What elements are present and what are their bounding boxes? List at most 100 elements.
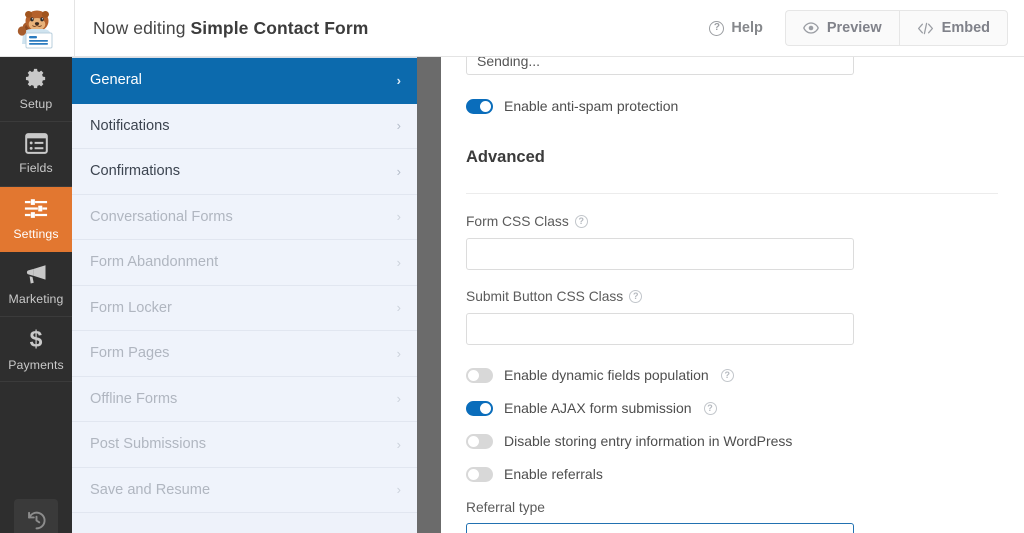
chevron-right-icon: › <box>396 482 401 498</box>
ajax-form-submission-row: Enable AJAX form submission ? <box>466 400 998 416</box>
toggle-label: Enable dynamic fields population <box>504 367 709 383</box>
preview-embed-button-group: Preview Embed <box>784 10 1008 46</box>
revision-history-icon <box>26 510 47 533</box>
enable-anti-spam-protection-toggle[interactable] <box>466 98 493 114</box>
question-circle-icon[interactable]: ? <box>703 401 717 415</box>
nav-item-save-and-resume[interactable]: Save and Resume › <box>72 467 417 513</box>
anti-spam-toggle-row: Enable anti-spam protection <box>466 98 998 114</box>
submit-button-css-class-label: Submit Button CSS Class ? <box>466 289 998 304</box>
nav-item-offline-forms[interactable]: Offline Forms › <box>72 376 417 422</box>
chevron-right-icon: › <box>396 72 401 88</box>
advanced-section-heading: Advanced <box>466 148 545 166</box>
nav-item-label: Offline Forms <box>90 390 178 407</box>
chevron-right-icon: › <box>396 345 401 361</box>
form-css-class-label: Form CSS Class ? <box>466 214 998 229</box>
nav-item-label: General <box>90 72 142 89</box>
field-label-text: Form CSS Class <box>466 214 569 229</box>
enable-ajax-form-submission-toggle[interactable] <box>466 400 493 416</box>
enable-referrals-toggle[interactable] <box>466 466 493 482</box>
chevron-right-icon: › <box>396 300 401 316</box>
chevron-right-icon: › <box>396 118 401 134</box>
sliders-icon <box>24 198 48 223</box>
app-header: Now editing Simple Contact Form ? Help P… <box>0 0 1024 57</box>
eye-icon <box>802 22 819 34</box>
wpforms-mascot-logo-icon <box>14 7 60 49</box>
referral-type-label: Referral type <box>466 500 998 515</box>
sidebar-item-settings[interactable]: Settings <box>0 187 72 252</box>
sidebar-item-fields[interactable]: Fields <box>0 122 72 187</box>
help-button-label: Help <box>731 20 763 36</box>
chevron-right-icon: › <box>396 254 401 270</box>
code-brackets-icon <box>917 22 934 35</box>
dollar-sign-icon: $ <box>27 326 45 354</box>
chevron-right-icon: › <box>396 391 401 407</box>
nav-item-general[interactable]: General › <box>72 58 417 104</box>
settings-nav-scrollbar[interactable] <box>417 57 441 533</box>
chevron-right-icon: › <box>396 436 401 452</box>
wpforms-form-builder: Now editing Simple Contact Form ? Help P… <box>0 0 1024 533</box>
svg-text:$: $ <box>30 327 43 351</box>
question-circle-icon: ? <box>709 20 725 36</box>
embed-button-label: Embed <box>941 20 990 36</box>
disable-storing-entry-information-toggle[interactable] <box>466 433 493 449</box>
nav-item-notifications[interactable]: Notifications › <box>72 103 417 149</box>
toggle-label: Enable AJAX form submission <box>504 400 692 416</box>
gear-icon <box>25 67 48 93</box>
chevron-right-icon: › <box>396 209 401 225</box>
nav-item-label: Conversational Forms <box>90 208 233 225</box>
page-title: Now editing Simple Contact Form <box>93 18 368 39</box>
dynamic-fields-population-row: Enable dynamic fields population ? <box>466 367 998 383</box>
sidebar-item-label: Fields <box>19 161 53 176</box>
nav-item-confirmations[interactable]: Confirmations › <box>72 149 417 195</box>
question-circle-icon[interactable]: ? <box>574 215 588 228</box>
disable-storing-entry-information-row: Disable storing entry information in Wor… <box>466 433 998 449</box>
settings-nav-panel: General › Notifications › Confirmations … <box>72 57 417 533</box>
form-css-class-input[interactable] <box>466 238 854 270</box>
nav-item-label: Form Abandonment <box>90 254 219 271</box>
scrollbar-thumb[interactable] <box>417 57 441 533</box>
page-title-prefix: Now editing <box>93 17 191 38</box>
header-actions: ? Help Preview Embed <box>709 10 1008 46</box>
nav-item-form-pages[interactable]: Form Pages › <box>72 331 417 377</box>
nav-item-label: Form Locker <box>90 299 172 316</box>
referral-type-select-wrap: Lead <box>466 523 854 533</box>
enable-referrals-row: Enable referrals <box>466 466 998 482</box>
sidebar-item-label: Marketing <box>8 291 64 306</box>
question-circle-icon[interactable]: ? <box>720 368 734 382</box>
toggle-label: Disable storing entry information in Wor… <box>504 433 793 449</box>
confirmation-sending-message-input[interactable] <box>466 57 854 75</box>
nav-item-label: Form Pages <box>90 345 170 362</box>
settings-content-panel: Enable anti-spam protection Advanced For… <box>441 57 1024 533</box>
toggle-label: Enable anti-spam protection <box>504 98 679 114</box>
nav-item-label: Save and Resume <box>90 481 211 498</box>
referral-type-select[interactable]: Lead <box>466 523 854 533</box>
help-button[interactable]: ? Help <box>709 20 763 36</box>
field-label-text: Submit Button CSS Class <box>466 289 624 304</box>
nav-item-label: Post Submissions <box>90 436 206 453</box>
nav-item-post-submissions[interactable]: Post Submissions › <box>72 422 417 468</box>
submit-button-css-class-input[interactable] <box>466 313 854 345</box>
nav-item-conversational-forms[interactable]: Conversational Forms › <box>72 194 417 240</box>
sidebar-item-marketing[interactable]: Marketing <box>0 252 72 317</box>
section-divider <box>466 193 998 194</box>
enable-dynamic-fields-population-toggle[interactable] <box>466 367 493 383</box>
nav-item-form-abandonment[interactable]: Form Abandonment › <box>72 240 417 286</box>
sidebar-item-payments[interactable]: $ Payments <box>0 317 72 382</box>
chevron-right-icon: › <box>396 163 401 179</box>
wpforms-logo[interactable] <box>0 0 75 56</box>
preview-button[interactable]: Preview <box>784 10 899 46</box>
sidebar-item-label: Settings <box>13 226 59 241</box>
sidebar-item-label: Payments <box>8 357 64 372</box>
nav-item-form-locker[interactable]: Form Locker › <box>72 285 417 331</box>
primary-sidebar: Setup Fields Settings Marketing $ Paymen… <box>0 57 72 533</box>
preview-button-label: Preview <box>826 20 882 36</box>
embed-button[interactable]: Embed <box>898 10 1008 46</box>
sidebar-item-setup[interactable]: Setup <box>0 57 72 122</box>
nav-item-label: Notifications <box>90 117 170 134</box>
sidebar-item-label: Setup <box>19 97 53 112</box>
nav-item-label: Confirmations <box>90 163 181 180</box>
revision-history-button[interactable] <box>14 499 58 533</box>
list-panel-icon <box>24 133 48 157</box>
question-circle-icon[interactable]: ? <box>629 290 643 303</box>
page-title-form-name: Simple Contact Form <box>190 17 369 38</box>
